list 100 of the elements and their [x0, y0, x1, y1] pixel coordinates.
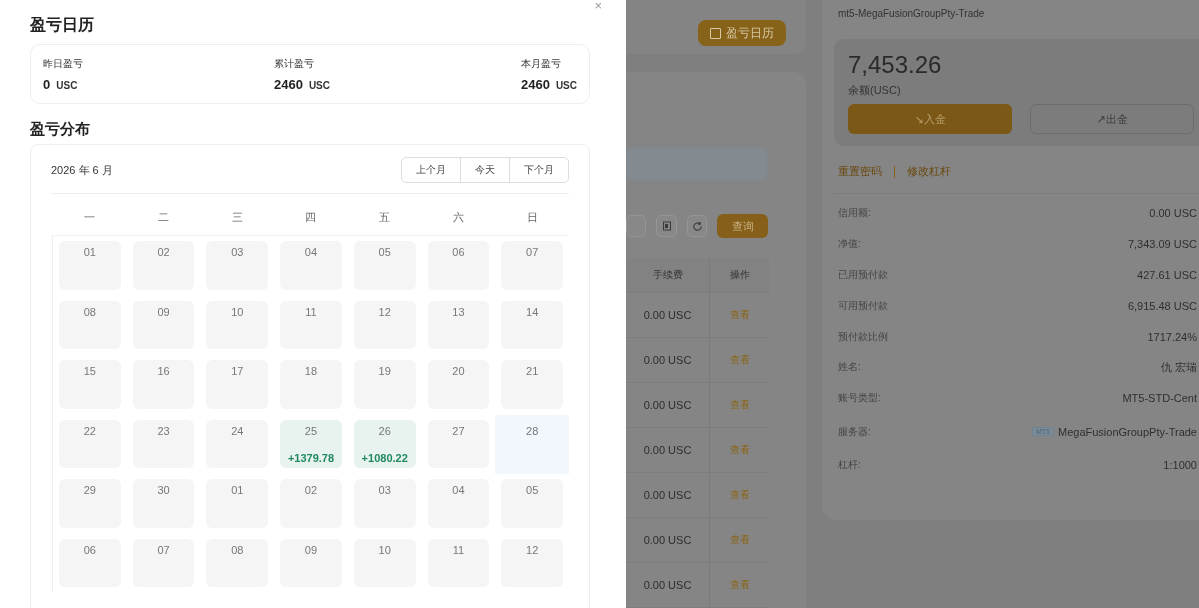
fee-cell: 0.00 USC [626, 383, 710, 427]
summary-value: 2460 [273, 77, 303, 92]
calendar-icon [710, 27, 721, 39]
close-button[interactable]: × [594, 0, 602, 12]
day-cell[interactable]: 09 [132, 300, 195, 349]
account-link[interactable]: 重置密码 [838, 164, 882, 179]
day-cell[interactable]: 14 [501, 300, 563, 349]
day-cell[interactable]: 01 [206, 479, 269, 528]
column-header: 操作 [728, 268, 751, 282]
day-cell[interactable]: 08 [59, 300, 121, 349]
info-value: 1:1000 [1163, 458, 1197, 471]
balance-value: 7,453.26 [848, 51, 943, 79]
day-cell[interactable]: 12 [501, 538, 563, 587]
day-cell[interactable]: 15 [59, 360, 121, 409]
column-header: 手续费 [626, 258, 710, 292]
day-cell[interactable]: 07 [132, 538, 195, 587]
day-cell[interactable]: 23 [132, 419, 195, 468]
fee-cell: 0.00 USC [626, 518, 710, 562]
summary-label: 昨日盈亏 [43, 57, 83, 71]
day-cell[interactable]: 10 [353, 538, 416, 587]
summary-unit: USC [555, 80, 577, 91]
weekday-label: 五 [378, 210, 392, 225]
month-label: 2026 年 6 月 [51, 162, 113, 178]
refresh-button[interactable] [686, 215, 708, 237]
month-nav-button[interactable]: 上个月 [401, 157, 461, 183]
weekday-label: 三 [230, 210, 244, 225]
day-cell[interactable]: 03 [353, 479, 416, 528]
drawer-title: 盈亏日历 [30, 15, 94, 35]
day-cell[interactable]: 28 [501, 419, 563, 468]
day-cell[interactable]: 05 [353, 241, 416, 290]
day-cell[interactable]: 04 [280, 241, 342, 290]
day-cell[interactable]: 19 [353, 360, 416, 409]
section-title: 盈亏分布 [30, 120, 91, 139]
summary-unit: USC [56, 80, 78, 91]
day-cell[interactable]: 13 [427, 300, 490, 349]
fee-cell: 0.00 USC [626, 293, 710, 337]
day-cell[interactable]: 25 +1379.78 [280, 419, 342, 468]
deposit-button[interactable]: ↘入金 [848, 104, 1012, 134]
day-cell[interactable]: 04 [427, 479, 490, 528]
day-cell[interactable]: 08 [206, 538, 269, 587]
info-value: 427.61 USC [1137, 269, 1197, 281]
day-cell[interactable]: 17 [206, 360, 269, 409]
day-cell[interactable]: 18 [280, 360, 342, 409]
day-cell[interactable]: 29 [59, 479, 121, 528]
day-cell[interactable]: 06 [427, 241, 490, 290]
info-label: 服务器: [838, 424, 871, 439]
day-cell[interactable]: 02 [280, 479, 342, 528]
summary-value: 0 [43, 77, 51, 92]
day-cell[interactable]: 20 [427, 360, 490, 409]
info-value: MegaFusionGroupPty-Trade [1058, 425, 1197, 438]
info-label: 净值: [838, 237, 861, 252]
month-nav-button[interactable]: 下个月 [509, 157, 569, 183]
info-value: 7,343.09 USC [1127, 238, 1197, 251]
info-value: 仇 宏瑞 [1160, 359, 1197, 375]
fee-cell: 0.00 USC [626, 473, 710, 517]
day-cell[interactable]: 24 [206, 419, 269, 468]
day-cell[interactable]: 22 [59, 419, 121, 468]
calendar-button[interactable]: 盈亏日历 [698, 20, 786, 46]
refresh-icon [691, 220, 703, 232]
day-cell[interactable]: 12 [353, 300, 416, 349]
summary-unit: USC [308, 80, 330, 91]
weekday-label: 日 [525, 210, 539, 225]
day-cell[interactable]: 03 [206, 241, 269, 290]
summary-label: 累计盈亏 [273, 57, 315, 71]
fee-cell: 0.00 USC [626, 428, 710, 472]
day-cell[interactable]: 09 [280, 538, 342, 587]
month-nav-button[interactable]: 今天 [460, 157, 510, 183]
day-cell[interactable]: 01 [59, 241, 121, 290]
day-cell[interactable]: 10 [206, 300, 269, 349]
selected-day-frame[interactable]: 28 [495, 414, 569, 474]
day-cell[interactable]: 26 +1080.22 [353, 419, 416, 468]
summary-value: 2460 [520, 77, 550, 92]
day-cell[interactable]: 07 [501, 241, 563, 290]
weekday-label: 四 [304, 210, 318, 225]
info-value: MT5-STD-Cent [1122, 392, 1197, 405]
weekday-label: 六 [451, 210, 465, 225]
fee-cell: 0.00 USC [626, 563, 710, 607]
account-link[interactable]: 修改杠杆 [907, 164, 951, 179]
summary-label: 本月盈亏 [520, 57, 562, 71]
info-value: 1717.24% [1147, 330, 1197, 343]
day-cell[interactable]: 16 [132, 360, 195, 409]
input-field[interactable] [626, 148, 768, 180]
day-cell[interactable]: 05 [501, 479, 563, 528]
info-value: 0.00 USC [1149, 207, 1197, 220]
info-value: 6,915.48 USC [1127, 299, 1197, 312]
document-icon [661, 221, 672, 231]
query-button[interactable]: 查询 [717, 214, 768, 238]
day-cell[interactable]: 27 [427, 419, 490, 468]
balance-label: 余额(USC) [848, 83, 902, 98]
day-cell[interactable]: 02 [132, 241, 195, 290]
info-label: 杠杆: [838, 457, 861, 472]
day-cell[interactable]: 11 [427, 538, 490, 587]
day-cell[interactable]: 11 [280, 300, 342, 349]
export-button[interactable] [656, 215, 677, 237]
day-cell[interactable]: 30 [132, 479, 195, 528]
server-line: mt5-MegaFusionGroupPty-Trade [838, 8, 986, 19]
day-cell[interactable]: 06 [59, 538, 121, 587]
weekday-label: 一 [83, 210, 97, 225]
weekday-label: 二 [157, 210, 171, 225]
day-cell[interactable]: 21 [501, 360, 563, 409]
